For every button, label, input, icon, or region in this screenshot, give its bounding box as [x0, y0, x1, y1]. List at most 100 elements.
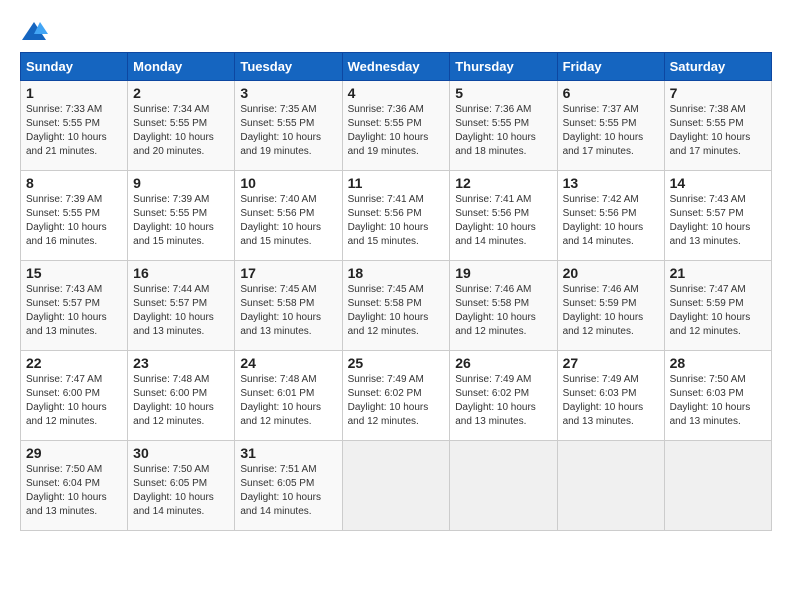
header-sunday: Sunday: [21, 53, 128, 81]
calendar: SundayMondayTuesdayWednesdayThursdayFrid…: [20, 52, 772, 531]
day-number: 15: [26, 265, 122, 281]
calendar-cell: 25Sunrise: 7:49 AM Sunset: 6:02 PM Dayli…: [342, 351, 450, 441]
calendar-cell: 15Sunrise: 7:43 AM Sunset: 5:57 PM Dayli…: [21, 261, 128, 351]
day-info: Sunrise: 7:45 AM Sunset: 5:58 PM Dayligh…: [240, 283, 336, 339]
calendar-cell: 18 Sunrise: 7:45 AM Sunset: 5:58 PM Dayli…: [342, 261, 450, 351]
day-info: Sunrise: 7:35 AM Sunset: 5:55 PM Dayligh…: [240, 103, 336, 159]
day-number: 27: [563, 355, 659, 371]
calendar-header-row: SundayMondayTuesdayWednesdayThursdayFrid…: [21, 53, 772, 81]
day-info: Sunrise: 7:45 AM Sunset: 5:58 PM Dayligh…: [348, 283, 445, 339]
calendar-cell: [450, 441, 557, 531]
day-number: 26: [455, 355, 551, 371]
day-number: 18: [348, 265, 445, 281]
day-number: 24: [240, 355, 336, 371]
calendar-week-row: 8 Sunrise: 7:39 AM Sunset: 5:55 PM Daylig…: [21, 171, 772, 261]
day-info: Sunrise: 7:46 AM Sunset: 5:58 PM Dayligh…: [455, 283, 551, 339]
calendar-week-row: 1Sunrise: 7:33 AM Sunset: 5:55 PM Daylig…: [21, 81, 772, 171]
day-number: 23: [133, 355, 229, 371]
calendar-cell: 17 Sunrise: 7:45 AM Sunset: 5:58 PM Dayli…: [235, 261, 342, 351]
day-number: 14: [670, 175, 766, 191]
day-number: 30: [133, 445, 229, 461]
calendar-cell: 28Sunrise: 7:50 AM Sunset: 6:03 PM Dayli…: [664, 351, 771, 441]
day-info: Sunrise: 7:43 AM Sunset: 5:57 PM Dayligh…: [670, 193, 766, 249]
calendar-cell: 9 Sunrise: 7:39 AM Sunset: 5:55 PM Daylig…: [128, 171, 235, 261]
calendar-cell: 27 Sunrise: 7:49 AM Sunset: 6:03 PM Dayli…: [557, 351, 664, 441]
calendar-cell: 11 Sunrise: 7:41 AM Sunset: 5:56 PM Dayli…: [342, 171, 450, 261]
calendar-cell: 19 Sunrise: 7:46 AM Sunset: 5:58 PM Dayli…: [450, 261, 557, 351]
header-tuesday: Tuesday: [235, 53, 342, 81]
day-info: Sunrise: 7:39 AM Sunset: 5:55 PM Dayligh…: [26, 193, 122, 249]
calendar-cell: 20Sunrise: 7:46 AM Sunset: 5:59 PM Dayli…: [557, 261, 664, 351]
calendar-cell: 30 Sunrise: 7:50 AM Sunset: 6:05 PM Dayli…: [128, 441, 235, 531]
day-number: 17: [240, 265, 336, 281]
day-info: Sunrise: 7:49 AM Sunset: 6:02 PM Dayligh…: [348, 373, 445, 429]
day-number: 29: [26, 445, 122, 461]
day-info: Sunrise: 7:40 AM Sunset: 5:56 PM Dayligh…: [240, 193, 336, 249]
calendar-cell: 29 Sunrise: 7:50 AM Sunset: 6:04 PM Dayli…: [21, 441, 128, 531]
logo: [20, 20, 52, 42]
header-wednesday: Wednesday: [342, 53, 450, 81]
day-number: 11: [348, 175, 445, 191]
calendar-week-row: 29 Sunrise: 7:50 AM Sunset: 6:04 PM Dayli…: [21, 441, 772, 531]
day-number: 28: [670, 355, 766, 371]
day-info: Sunrise: 7:49 AM Sunset: 6:03 PM Dayligh…: [563, 373, 659, 429]
calendar-cell: 2 Sunrise: 7:34 AM Sunset: 5:55 PM Daylig…: [128, 81, 235, 171]
day-number: 31: [240, 445, 336, 461]
day-number: 9: [133, 175, 229, 191]
calendar-cell: 6 Sunrise: 7:37 AM Sunset: 5:55 PM Daylig…: [557, 81, 664, 171]
day-info: Sunrise: 7:36 AM Sunset: 5:55 PM Dayligh…: [455, 103, 551, 159]
calendar-cell: 14 Sunrise: 7:43 AM Sunset: 5:57 PM Dayli…: [664, 171, 771, 261]
calendar-cell: 22Sunrise: 7:47 AM Sunset: 6:00 PM Dayli…: [21, 351, 128, 441]
page-header: [20, 20, 772, 42]
calendar-week-row: 22Sunrise: 7:47 AM Sunset: 6:00 PM Dayli…: [21, 351, 772, 441]
day-number: 20: [563, 265, 659, 281]
header-friday: Friday: [557, 53, 664, 81]
day-number: 13: [563, 175, 659, 191]
day-info: Sunrise: 7:37 AM Sunset: 5:55 PM Dayligh…: [563, 103, 659, 159]
day-info: Sunrise: 7:38 AM Sunset: 5:55 PM Dayligh…: [670, 103, 766, 159]
day-info: Sunrise: 7:47 AM Sunset: 5:59 PM Dayligh…: [670, 283, 766, 339]
day-info: Sunrise: 7:44 AM Sunset: 5:57 PM Dayligh…: [133, 283, 229, 339]
day-info: Sunrise: 7:42 AM Sunset: 5:56 PM Dayligh…: [563, 193, 659, 249]
header-monday: Monday: [128, 53, 235, 81]
calendar-cell: [342, 441, 450, 531]
day-info: Sunrise: 7:51 AM Sunset: 6:05 PM Dayligh…: [240, 463, 336, 519]
header-thursday: Thursday: [450, 53, 557, 81]
day-info: Sunrise: 7:41 AM Sunset: 5:56 PM Dayligh…: [455, 193, 551, 249]
day-number: 6: [563, 85, 659, 101]
day-number: 2: [133, 85, 229, 101]
calendar-cell: 1Sunrise: 7:33 AM Sunset: 5:55 PM Daylig…: [21, 81, 128, 171]
day-info: Sunrise: 7:49 AM Sunset: 6:02 PM Dayligh…: [455, 373, 551, 429]
calendar-cell: 24 Sunrise: 7:48 AM Sunset: 6:01 PM Dayli…: [235, 351, 342, 441]
day-info: Sunrise: 7:41 AM Sunset: 5:56 PM Dayligh…: [348, 193, 445, 249]
day-info: Sunrise: 7:50 AM Sunset: 6:05 PM Dayligh…: [133, 463, 229, 519]
day-info: Sunrise: 7:47 AM Sunset: 6:00 PM Dayligh…: [26, 373, 122, 429]
day-info: Sunrise: 7:48 AM Sunset: 6:01 PM Dayligh…: [240, 373, 336, 429]
day-info: Sunrise: 7:50 AM Sunset: 6:04 PM Dayligh…: [26, 463, 122, 519]
day-number: 4: [348, 85, 445, 101]
day-info: Sunrise: 7:48 AM Sunset: 6:00 PM Dayligh…: [133, 373, 229, 429]
day-number: 7: [670, 85, 766, 101]
calendar-cell: 10 Sunrise: 7:40 AM Sunset: 5:56 PM Dayli…: [235, 171, 342, 261]
day-number: 21: [670, 265, 766, 281]
day-info: Sunrise: 7:36 AM Sunset: 5:55 PM Dayligh…: [348, 103, 445, 159]
calendar-cell: 4 Sunrise: 7:36 AM Sunset: 5:55 PM Daylig…: [342, 81, 450, 171]
day-number: 5: [455, 85, 551, 101]
calendar-cell: 16 Sunrise: 7:44 AM Sunset: 5:57 PM Dayli…: [128, 261, 235, 351]
day-number: 8: [26, 175, 122, 191]
day-info: Sunrise: 7:34 AM Sunset: 5:55 PM Dayligh…: [133, 103, 229, 159]
day-number: 3: [240, 85, 336, 101]
day-number: 10: [240, 175, 336, 191]
calendar-cell: 13 Sunrise: 7:42 AM Sunset: 5:56 PM Dayli…: [557, 171, 664, 261]
header-saturday: Saturday: [664, 53, 771, 81]
calendar-week-row: 15Sunrise: 7:43 AM Sunset: 5:57 PM Dayli…: [21, 261, 772, 351]
calendar-cell: 31 Sunrise: 7:51 AM Sunset: 6:05 PM Dayli…: [235, 441, 342, 531]
day-number: 16: [133, 265, 229, 281]
day-number: 12: [455, 175, 551, 191]
calendar-cell: 8 Sunrise: 7:39 AM Sunset: 5:55 PM Daylig…: [21, 171, 128, 261]
calendar-cell: [664, 441, 771, 531]
day-number: 1: [26, 85, 122, 101]
day-info: Sunrise: 7:39 AM Sunset: 5:55 PM Dayligh…: [133, 193, 229, 249]
day-number: 19: [455, 265, 551, 281]
calendar-cell: 21 Sunrise: 7:47 AM Sunset: 5:59 PM Dayli…: [664, 261, 771, 351]
